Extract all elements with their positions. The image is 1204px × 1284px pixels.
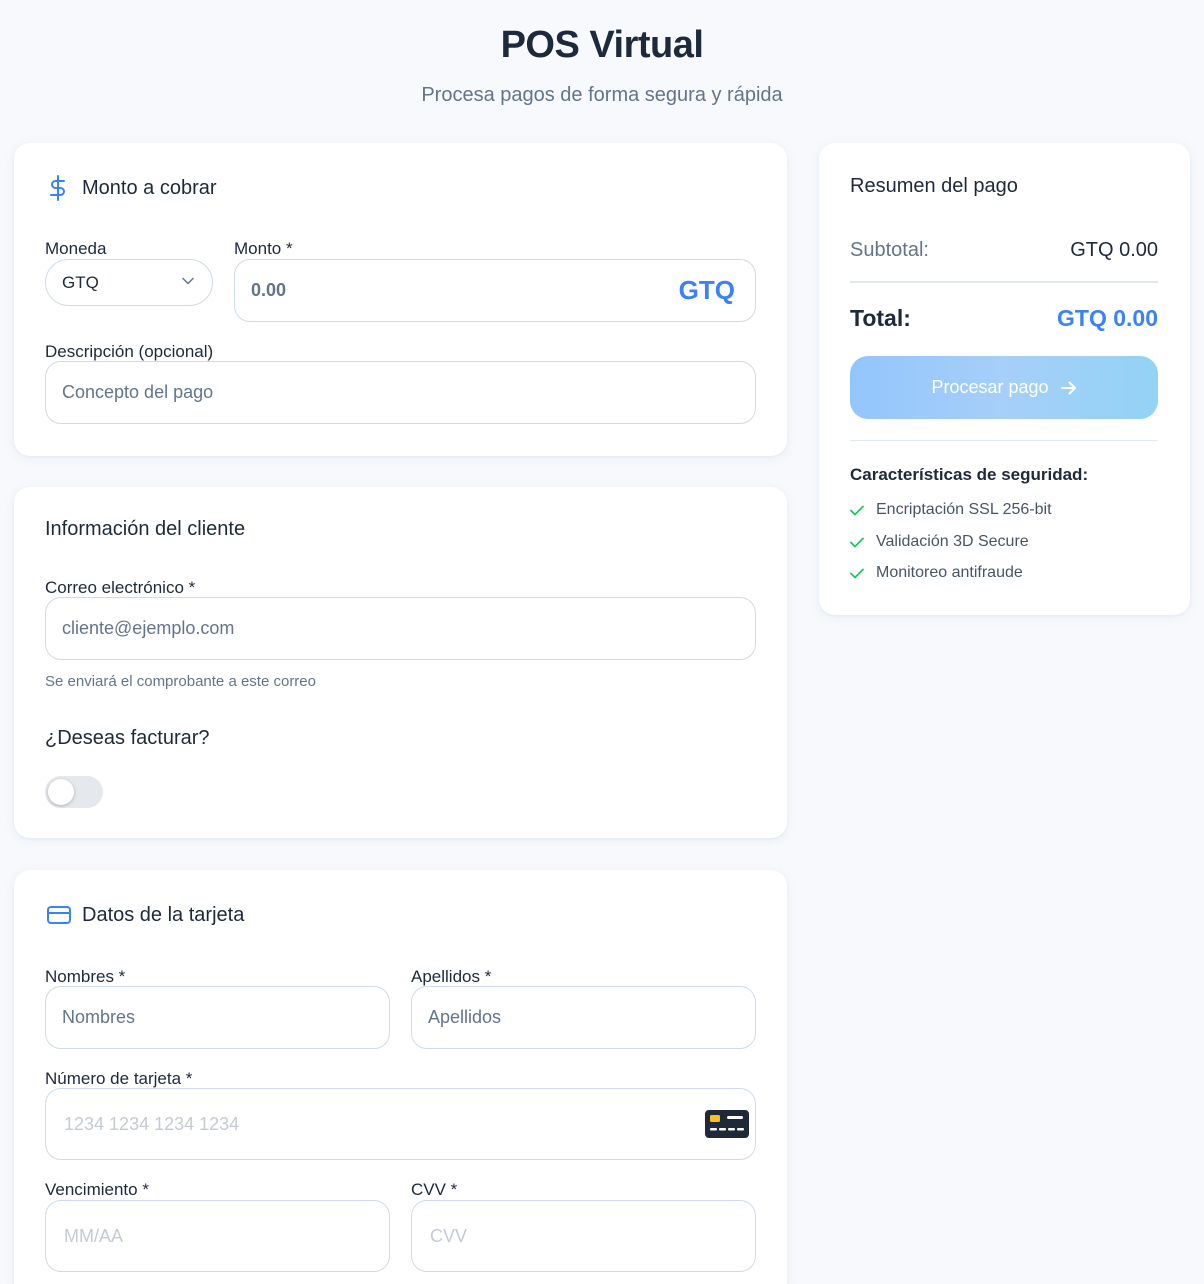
description-placeholder: Concepto del pago [62,382,214,402]
email-placeholder: cliente@ejemplo.com [62,618,235,638]
process-payment-label: Procesar pago [931,377,1049,397]
last-name-input[interactable]: Apellidos [411,986,756,1049]
last-name-placeholder: Apellidos [428,1007,502,1027]
expiry-input[interactable]: MM/AA [45,1200,390,1272]
cvv-input[interactable]: CVV [411,1200,756,1272]
description-input[interactable]: Concepto del pago [45,361,756,424]
currency-value: GTQ [62,272,99,292]
total-row: Total: GTQ 0.00 [850,305,1158,332]
security-feature: Validación 3D Secure [850,533,1029,551]
card-brand-icon [705,1110,749,1138]
toggle-knob [48,779,74,805]
client-card: Información del cliente Correo electróni… [14,487,787,838]
summary-card: Resumen del pago Subtotal: GTQ 0.00 Tota… [819,143,1190,615]
check-icon [850,568,864,578]
card-data-card: Datos de la tarjeta Nombres * Nombres Ap… [14,870,787,1284]
arrow-right-icon [1060,381,1076,394]
invoice-question: ¿Deseas facturar? [45,727,210,749]
email-label: Correo electrónico * [45,578,196,597]
check-icon [850,537,864,547]
subtotal-row: Subtotal: GTQ 0.00 [850,239,1158,262]
email-hint: Se enviará el comprobante a este correo [45,673,316,690]
chevron-down-icon [182,277,194,285]
page-title: POS Virtual [500,24,704,66]
card-number-label: Número de tarjeta * [45,1069,193,1088]
check-icon [850,505,864,515]
summary-title: Resumen del pago [850,175,1018,197]
expiry-placeholder: MM/AA [64,1225,124,1246]
credit-card-icon [47,906,71,929]
email-input[interactable]: cliente@ejemplo.com [45,597,756,660]
expiry-label: Vencimiento * [45,1180,149,1199]
security-feature-label: Monitoreo antifraude [876,564,1023,581]
security-title: Características de seguridad: [850,465,1089,484]
security-feature: Encriptación SSL 256-bit [850,501,1052,519]
subtotal-label: Subtotal: [850,239,929,261]
amount-input[interactable]: 0.00 GTQ [234,259,756,322]
first-name-label: Nombres * [45,967,126,986]
total-label: Total: [850,305,911,331]
cvv-label: CVV * [411,1180,458,1199]
security-feature-label: Encriptación SSL 256-bit [876,501,1052,518]
last-name-label: Apellidos * [411,967,492,986]
amount-label: Monto * [234,239,293,258]
card-number-input[interactable]: 1234 1234 1234 1234 [45,1088,756,1160]
summary-divider [850,281,1158,283]
security-divider [850,440,1158,441]
card-data-title: Datos de la tarjeta [82,904,245,926]
security-feature: Monitoreo antifraude [850,564,1023,582]
dollar-icon [47,175,69,206]
amount-card: Monto a cobrar Moneda GTQ Monto * 0.00 G… [14,143,787,456]
card-number-placeholder: 1234 1234 1234 1234 [64,1113,240,1134]
subtotal-value: GTQ 0.00 [1070,239,1158,261]
total-value: GTQ 0.00 [1057,305,1158,331]
amount-placeholder: 0.00 [251,280,287,300]
client-card-title: Información del cliente [45,518,246,540]
amount-card-title: Monto a cobrar [82,177,217,199]
currency-label: Moneda [45,239,107,258]
description-label: Descripción (opcional) [45,342,214,361]
first-name-input[interactable]: Nombres [45,986,390,1049]
currency-select[interactable]: GTQ [45,259,213,306]
security-feature-label: Validación 3D Secure [876,533,1029,550]
process-payment-button[interactable]: Procesar pago [850,356,1158,419]
first-name-placeholder: Nombres [62,1007,136,1027]
invoice-toggle[interactable] [45,776,103,808]
page-subtitle: Procesa pagos de forma segura y rápida [421,84,783,106]
cvv-placeholder: CVV [430,1225,468,1246]
amount-currency-suffix: GTQ [678,275,735,305]
